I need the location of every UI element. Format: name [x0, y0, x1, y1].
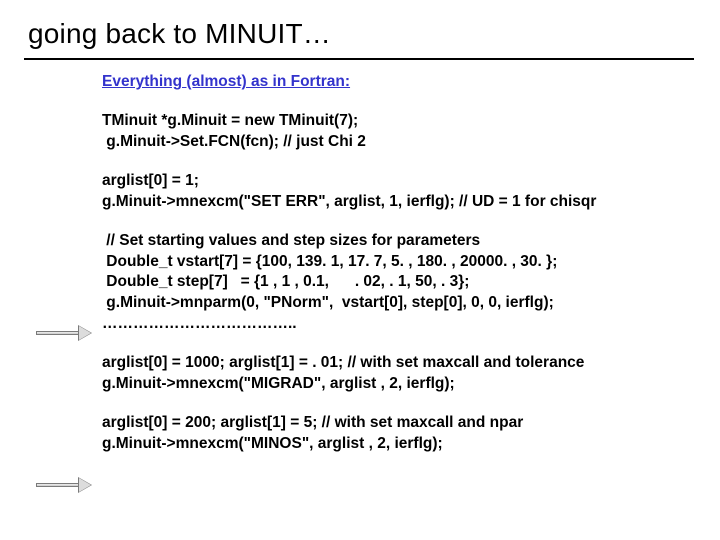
code-line: arglist[0] = 1000; arglist[1] = . 01; //… [102, 353, 692, 374]
code-block-5: arglist[0] = 200; arglist[1] = 5; // wit… [102, 413, 692, 455]
code-line: g.Minuit->mnparm(0, "PNorm", vstart[0], … [102, 293, 692, 314]
code-block-2: arglist[0] = 1; g.Minuit->mnexcm("SET ER… [102, 171, 692, 213]
code-line: Double_t vstart[7] = {100, 139. 1, 17. 7… [102, 252, 692, 273]
code-block-4: arglist[0] = 1000; arglist[1] = . 01; //… [102, 353, 692, 395]
title-underline [24, 58, 694, 60]
code-block-3: // Set starting values and step sizes fo… [102, 231, 692, 336]
slide: going back to MINUIT… Everything (almost… [0, 0, 720, 540]
code-line: Double_t step[7] = {1 , 1 , 0.1, . 02, .… [102, 272, 692, 293]
slide-title: going back to MINUIT… [28, 18, 331, 50]
code-line: g.Minuit->Set.FCN(fcn); // just Chi 2 [102, 132, 692, 153]
code-line: g.Minuit->mnexcm("MINOS", arglist , 2, i… [102, 434, 692, 455]
subtitle-block: Everything (almost) as in Fortran: [102, 72, 692, 93]
code-line: ……………………………….. [102, 314, 692, 335]
subtitle: Everything (almost) as in Fortran: [102, 73, 350, 90]
code-line: g.Minuit->mnexcm("MIGRAD", arglist , 2, … [102, 374, 692, 395]
code-block-1: TMinuit *g.Minuit = new TMinuit(7); g.Mi… [102, 111, 692, 153]
code-line: // Set starting values and step sizes fo… [102, 231, 692, 252]
code-line: TMinuit *g.Minuit = new TMinuit(7); [102, 111, 692, 132]
slide-content: Everything (almost) as in Fortran: TMinu… [102, 72, 692, 461]
code-line: arglist[0] = 1; [102, 171, 692, 192]
right-arrow-icon [36, 326, 92, 340]
code-line: g.Minuit->mnexcm("SET ERR", arglist, 1, … [102, 192, 692, 213]
code-line: arglist[0] = 200; arglist[1] = 5; // wit… [102, 413, 692, 434]
right-arrow-icon [36, 478, 92, 492]
